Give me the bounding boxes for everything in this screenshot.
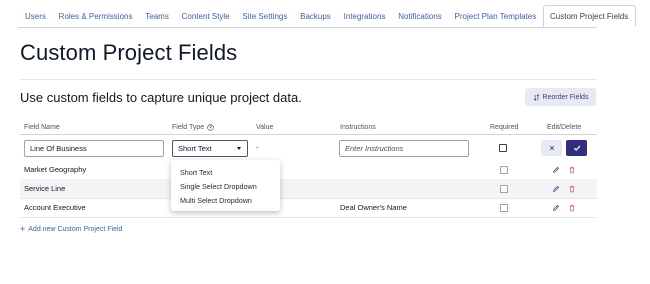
header-instructions: Instructions: [340, 124, 376, 131]
title-divider: [20, 79, 597, 80]
tab-backups[interactable]: Backups: [294, 7, 337, 27]
row-field-name: Service Line: [24, 184, 66, 193]
field-type-select[interactable]: Short Text: [172, 140, 248, 157]
header-edit-delete: Edit/Delete: [547, 124, 582, 131]
trash-icon[interactable]: [568, 185, 576, 193]
tab-content-style[interactable]: Content Style: [175, 7, 236, 27]
trash-icon[interactable]: [568, 166, 576, 174]
tab-integrations[interactable]: Integrations: [337, 7, 392, 27]
row-instructions: Deal Owner's Name: [340, 203, 407, 212]
page-title: Custom Project Fields: [20, 40, 238, 65]
header-value: Value: [256, 124, 274, 131]
instructions-input[interactable]: Enter Instructions: [339, 140, 469, 157]
help-circle-icon[interactable]: [207, 124, 214, 131]
table-row: [20, 198, 597, 217]
close-icon: [549, 145, 554, 151]
tab-roles-permissions[interactable]: Roles & Permissions: [52, 7, 139, 27]
pencil-icon[interactable]: [552, 204, 560, 212]
tab-custom-project-fields[interactable]: Custom Project Fields: [542, 5, 636, 27]
required-checkbox[interactable]: [500, 185, 508, 193]
settings-tabs: Users Roles & Permissions Teams Content …: [18, 5, 636, 27]
tab-site-settings[interactable]: Site Settings: [236, 7, 294, 27]
header-field-type: Field Type: [172, 124, 214, 131]
page-subtitle: Use custom fields to capture unique proj…: [20, 90, 302, 105]
cancel-edit-button[interactable]: [541, 140, 562, 156]
value-placeholder: -: [256, 143, 259, 152]
plus-icon: +: [20, 224, 26, 234]
pencil-icon[interactable]: [552, 185, 560, 193]
tab-teams[interactable]: Teams: [139, 7, 175, 27]
tab-project-plan-templates[interactable]: Project Plan Templates: [448, 7, 542, 27]
caret-down-icon: [237, 147, 241, 150]
row-field-name: Account Executive: [24, 203, 86, 212]
required-checkbox[interactable]: [500, 166, 508, 174]
table-header-divider: [20, 134, 597, 135]
dropdown-option-short-text[interactable]: Short Text: [180, 168, 212, 177]
tab-users[interactable]: Users: [18, 7, 52, 27]
dropdown-option-single-select[interactable]: Single Select Dropdown: [180, 182, 257, 191]
tabs-divider: [18, 27, 597, 28]
required-checkbox[interactable]: [500, 204, 508, 212]
header-required: Required: [490, 124, 519, 131]
sort-arrows-icon: [533, 93, 539, 101]
row-divider: [20, 217, 597, 218]
header-field-name: Field Name: [24, 124, 60, 131]
field-name-input[interactable]: Line Of Business: [24, 140, 164, 157]
field-type-selected-value: Short Text: [178, 144, 212, 153]
header-field-type-label: Field Type: [172, 124, 205, 131]
add-custom-field-label: Add new Custom Project Field: [28, 226, 123, 233]
check-icon: [573, 145, 580, 151]
required-checkbox-edit[interactable]: [499, 144, 507, 152]
pencil-icon[interactable]: [552, 166, 560, 174]
field-type-dropdown-menu: Short Text Single Select Dropdown Multi …: [171, 160, 280, 211]
save-edit-button[interactable]: [566, 140, 587, 156]
add-custom-field-link[interactable]: + Add new Custom Project Field: [20, 224, 123, 234]
table-row: [20, 179, 597, 198]
tab-notifications[interactable]: Notifications: [392, 7, 448, 27]
trash-icon[interactable]: [568, 204, 576, 212]
row-field-name: Market Geography: [24, 165, 87, 174]
reorder-fields-label: Reorder Fields: [542, 93, 589, 101]
dropdown-option-multi-select[interactable]: Multi Select Dropdown: [180, 196, 252, 205]
reorder-fields-button[interactable]: Reorder Fields: [525, 88, 596, 106]
table-row: [20, 160, 597, 179]
